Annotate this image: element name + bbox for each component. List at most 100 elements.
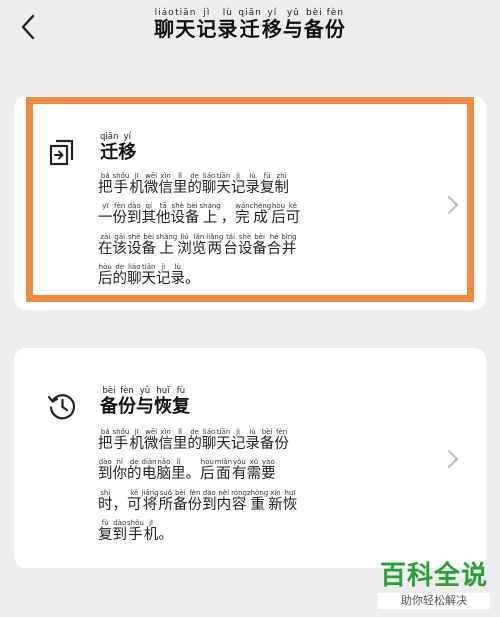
ruby-char: 聊liáo xyxy=(201,172,217,196)
ruby-char: 手shǒu xyxy=(112,172,130,196)
ruby-char: 新xīn xyxy=(268,488,283,513)
migrate-title: 迁qiān移yí xyxy=(100,132,136,164)
ruby-char: 。 xyxy=(185,466,201,483)
ruby-char: 里lǐ xyxy=(172,172,188,196)
history-clock-icon xyxy=(46,390,78,422)
ruby-char: 并bìng xyxy=(281,232,297,257)
ruby-char: 备bèi xyxy=(185,202,200,227)
ruby-char: 手shǒu xyxy=(112,428,130,452)
ruby-char: 信xìn xyxy=(158,172,173,196)
watermark-subtitle: 助你轻松解决 xyxy=(378,593,490,609)
description-line: 到dào你nǐ的de电diàn脑nǎo里lǐ。后hòu面miàn有yǒu需xū要… xyxy=(98,458,373,488)
ruby-char: 微wēi xyxy=(143,428,159,452)
ruby-char: 的de xyxy=(127,458,142,483)
chevron-right-icon xyxy=(448,450,458,468)
ruby-char: 设shè xyxy=(237,232,253,257)
page-title-text: 聊liáo天tiān记jì录lù迁qiān移yí与yǔ备bèi份fèn xyxy=(154,8,346,41)
ruby-char: 天tiān xyxy=(175,8,197,41)
ruby-char: 设shè xyxy=(170,202,186,227)
ruby-char: 成chéng xyxy=(249,202,272,227)
watermark-title: 百科全说 xyxy=(379,561,488,591)
ruby-char: 迁qiān xyxy=(100,132,119,163)
ruby-char: 迁qiān xyxy=(238,8,262,41)
ruby-char: 台tái xyxy=(223,232,238,257)
ruby-char: 份fèn xyxy=(274,428,289,452)
ruby-char: 在zài xyxy=(98,232,113,257)
chevron-right-icon xyxy=(448,196,458,214)
ruby-char: 移yí xyxy=(261,8,283,41)
page-title: 聊liáo天tiān记jì录lù迁qiān移yí与yǔ备bèi份fèn xyxy=(0,8,500,42)
ruby-char: 录lù xyxy=(245,172,260,196)
ruby-char: 记jì xyxy=(230,428,246,452)
ruby-char: 份fèn xyxy=(112,202,128,227)
description-line: 一yī份fèn到dào其qí他tā设shè备bèi上shàng，完wán成ché… xyxy=(98,202,373,232)
ruby-char: 后hòu xyxy=(271,202,286,227)
ruby-char: 览lǎn xyxy=(191,232,207,257)
ruby-char: 记jì xyxy=(156,262,171,287)
header-bar: 聊liáo天tiān记jì录lù迁qiān移yí与yǔ备bèi份fèn xyxy=(0,0,500,60)
description-line: 在zài该gāi设shè备bèi上shàng浏liú览lǎn两liǎng台tái… xyxy=(98,233,373,263)
ruby-char: ， xyxy=(220,210,236,227)
ruby-char: 。 xyxy=(158,526,173,543)
ruby-char: 里lǐ xyxy=(172,428,188,452)
ruby-char: 到dào xyxy=(127,202,142,227)
ruby-char: 后hòu xyxy=(200,458,215,483)
ruby-char: 两liǎng xyxy=(206,232,224,257)
ruby-char: 信xìn xyxy=(158,428,173,452)
ruby-char: 的de xyxy=(187,428,202,452)
migrate-card[interactable]: 迁qiān移yí 把bǎ手shǒu机jī微wēi信xìn里lǐ的de聊liáo天… xyxy=(14,96,486,310)
ruby-char: 把bǎ xyxy=(98,428,113,452)
backup-restore-card[interactable]: 备bèi份fèn与yǔ恢huī复fù 把bǎ手shǒu机jī微wēi信xìn里l… xyxy=(14,348,486,568)
ruby-char: 手shǒu xyxy=(127,518,144,543)
ruby-char: 备bèi xyxy=(100,386,118,417)
ruby-char: 备bèi xyxy=(141,232,157,257)
ruby-char: 重zhòng xyxy=(246,488,269,513)
ruby-char: 脑nǎo xyxy=(156,458,172,483)
ruby-char: 份fèn xyxy=(118,386,136,417)
ruby-char: 恢huī xyxy=(154,386,172,417)
ruby-char: 移yí xyxy=(118,132,137,163)
ruby-char: 聊liáo xyxy=(127,262,142,287)
ruby-char: 机jī xyxy=(129,172,144,196)
ruby-char: 到dào xyxy=(112,518,128,543)
ruby-char: 记jì xyxy=(196,8,218,41)
backup-title-text: 备bèi份fèn与yǔ恢huī复fù xyxy=(100,386,190,417)
ruby-char: 有yǒu xyxy=(232,458,247,483)
ruby-char: 完wán xyxy=(235,202,250,227)
ruby-char: 可kě xyxy=(127,488,142,513)
ruby-char: 将jiāng xyxy=(141,488,159,513)
migrate-title-text: 迁qiān移yí xyxy=(100,132,137,163)
ruby-char: 要yào xyxy=(261,458,276,483)
backup-description: 把bǎ手shǒu机jī微wēi信xìn里lǐ的de聊liáo天tiān记jì录l… xyxy=(98,428,373,549)
ruby-char: 上shàng xyxy=(156,232,178,257)
migrate-description: 把bǎ手shǒu机jī微wēi信xìn里lǐ的de聊liáo天tiān记jì录l… xyxy=(98,172,373,293)
ruby-char: 其qí xyxy=(141,202,157,227)
ruby-char: ， xyxy=(112,496,128,513)
ruby-char: 备bèi xyxy=(259,428,275,452)
ruby-char: 天tiān xyxy=(141,262,157,287)
backup-title: 备bèi份fèn与yǔ恢huī复fù xyxy=(100,386,190,418)
description-line: 复fù到dào手shǒu机jī。 xyxy=(98,519,373,549)
ruby-char: 到dào xyxy=(202,488,217,513)
ruby-char: 录lù xyxy=(170,262,186,287)
ruby-char: 内nèi xyxy=(216,488,232,513)
ruby-char: 。 xyxy=(185,270,200,287)
ruby-char: 备bèi xyxy=(173,488,188,513)
ruby-char: 一yī xyxy=(98,202,113,227)
ruby-char: 与yǔ xyxy=(136,386,154,417)
ruby-char: 后hòu xyxy=(98,262,113,287)
ruby-char: 恢huī xyxy=(282,488,298,513)
ruby-char: 制zhì xyxy=(274,172,289,196)
ruby-char: 与yǔ xyxy=(282,8,304,41)
ruby-char: 记jì xyxy=(230,172,246,196)
ruby-char: 录lù xyxy=(217,8,239,41)
description-line: 时shí，可kě将jiāng所suǒ备bèi份fèn到dào内nèi容róng重… xyxy=(98,489,373,519)
ruby-char: 他tā xyxy=(156,202,171,227)
ruby-char: 机jī xyxy=(143,518,159,543)
ruby-char: 时shí xyxy=(98,488,113,513)
ruby-char: 可kě xyxy=(285,202,301,227)
ruby-char: 该gāi xyxy=(112,232,128,257)
ruby-char: 设shè xyxy=(127,232,142,257)
ruby-char: 机jī xyxy=(129,428,144,452)
ruby-char: 备bèi xyxy=(303,8,325,41)
